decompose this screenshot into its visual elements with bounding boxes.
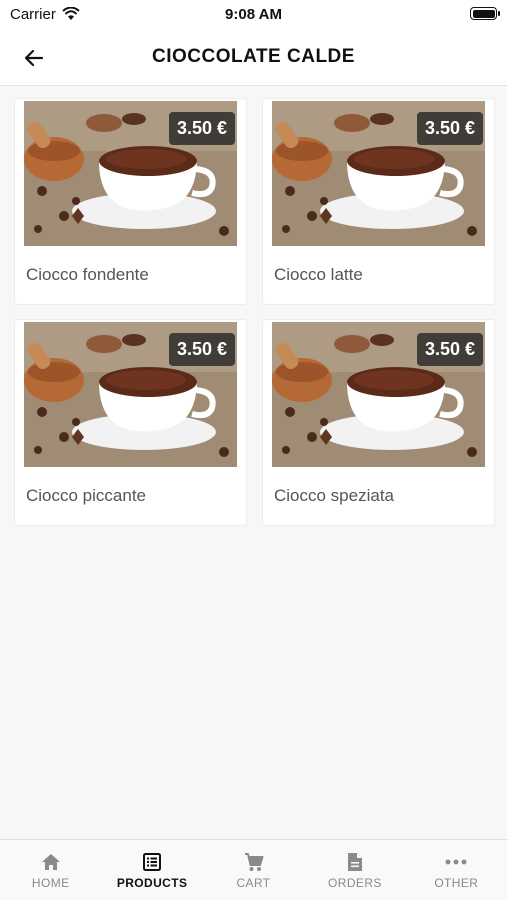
price-badge: 3.50 € xyxy=(416,112,483,145)
price-badge: 3.50 € xyxy=(416,333,483,366)
product-name: Ciocco piccante xyxy=(26,486,147,505)
tab-label: PRODUCTS xyxy=(116,876,188,890)
wifi-icon xyxy=(62,7,80,20)
header-bar: CIOCCOLATE CALDE xyxy=(0,28,507,86)
tab-label: HOME xyxy=(31,876,70,890)
tab-label: OTHER xyxy=(434,876,479,890)
list-icon xyxy=(143,853,162,871)
home-icon xyxy=(41,854,60,870)
price-badge: 3.50 € xyxy=(168,333,235,366)
arrow-left-icon xyxy=(25,50,43,66)
tab-other[interactable]: OTHER xyxy=(406,840,507,900)
document-icon xyxy=(347,853,362,871)
tab-label: ORDERS xyxy=(328,876,382,890)
battery-icon xyxy=(470,7,500,20)
tab-products[interactable]: PRODUCTS xyxy=(101,840,202,900)
product-name: Ciocco fondente xyxy=(26,265,149,284)
product-image: 3.50 € xyxy=(24,101,237,246)
product-grid: 3.50 € Ciocco fondente 3.50 € Ciocco lat… xyxy=(14,98,495,526)
bottom-tab-bar: HOME PRODUCTS CART ORDERS OTHER xyxy=(0,839,507,900)
more-icon xyxy=(445,859,467,865)
page-title: CIOCCOLATE CALDE xyxy=(152,45,355,67)
tab-cart[interactable]: CART xyxy=(203,840,304,900)
price-badge: 3.50 € xyxy=(168,112,235,145)
tab-label: CART xyxy=(236,876,271,890)
product-card[interactable]: 3.50 € Ciocco piccante xyxy=(14,319,247,526)
cart-icon xyxy=(244,852,264,871)
app-screen: Carrier 9:08 AM CIOCCOLATE CALDE 3.50 € … xyxy=(0,0,507,900)
carrier-label: Carrier xyxy=(10,5,56,23)
tab-orders[interactable]: ORDERS xyxy=(304,840,405,900)
product-name: Ciocco speziata xyxy=(274,486,395,505)
product-card[interactable]: 3.50 € Ciocco latte xyxy=(262,98,495,305)
product-image: 3.50 € xyxy=(24,322,237,467)
tab-home[interactable]: HOME xyxy=(0,840,101,900)
product-card[interactable]: 3.50 € Ciocco speziata xyxy=(262,319,495,526)
product-name: Ciocco latte xyxy=(274,265,363,284)
back-button[interactable] xyxy=(18,42,50,74)
product-image: 3.50 € xyxy=(272,101,485,246)
status-bar: Carrier 9:08 AM xyxy=(0,0,507,28)
product-card[interactable]: 3.50 € Ciocco fondente xyxy=(14,98,247,305)
product-image: 3.50 € xyxy=(272,322,485,467)
status-left: Carrier xyxy=(10,6,80,23)
